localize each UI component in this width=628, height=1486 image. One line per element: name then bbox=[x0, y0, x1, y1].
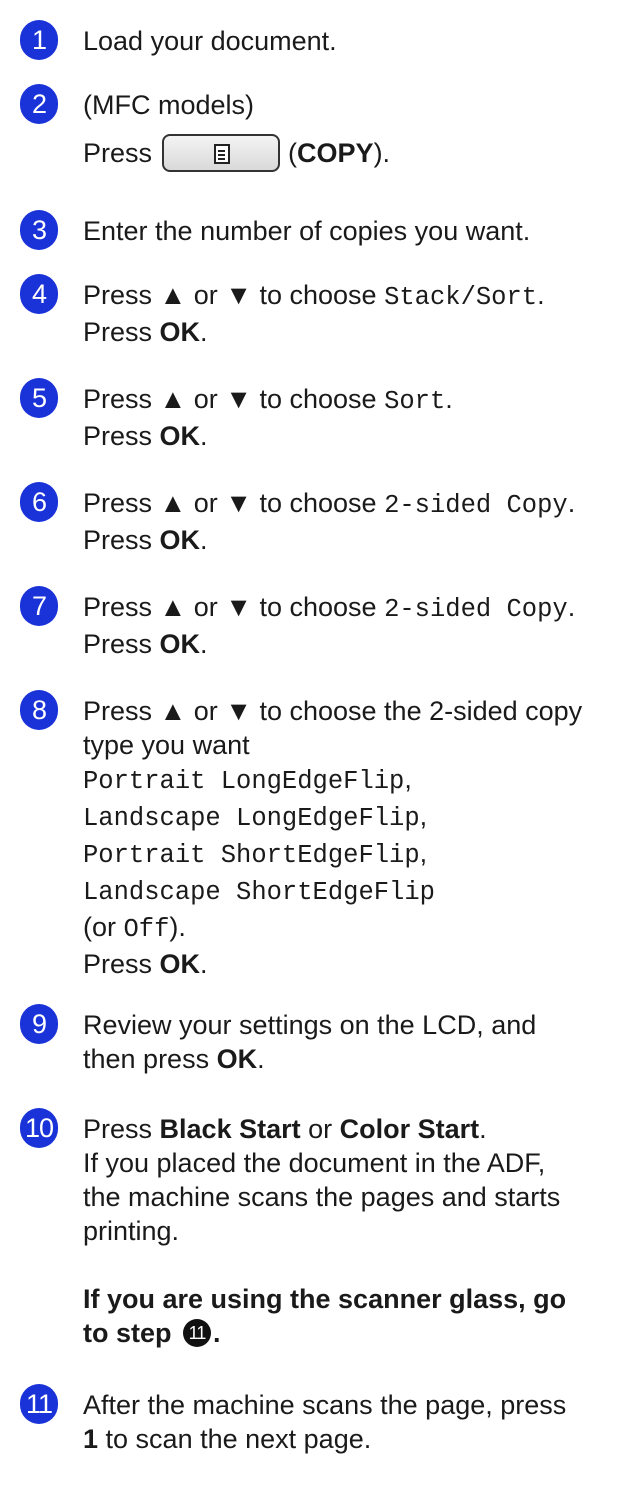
step-text: (or bbox=[83, 912, 124, 942]
step-text: (MFC models) bbox=[83, 90, 255, 120]
note-text: to step bbox=[83, 1318, 180, 1348]
punct: . bbox=[200, 317, 208, 347]
punct: . bbox=[257, 1044, 265, 1074]
step-number-badge: 1 bbox=[20, 20, 58, 60]
step-text: Load your document. bbox=[83, 26, 337, 56]
menu-option: Landscape ShortEdgeFlip bbox=[83, 878, 435, 907]
key-1: 1 bbox=[83, 1424, 99, 1454]
step-text: Enter the number of copies you want. bbox=[83, 216, 531, 246]
punct: , bbox=[419, 801, 428, 831]
menu-option: Landscape LongEdgeFlip bbox=[83, 804, 420, 833]
step-text: to scan the next page. bbox=[98, 1424, 372, 1454]
step-number-badge: 10 bbox=[20, 1108, 58, 1148]
punct: . bbox=[200, 525, 208, 555]
step-text: the machine scans the pages and starts bbox=[83, 1182, 561, 1212]
punct: , bbox=[419, 838, 428, 868]
step-text: then press bbox=[83, 1044, 217, 1074]
menu-option: 2-sided Copy bbox=[384, 491, 568, 520]
ok-key: OK bbox=[159, 317, 201, 347]
punct: . bbox=[567, 592, 576, 622]
black-start-key: Black Start bbox=[159, 1114, 301, 1144]
punct: ). bbox=[169, 912, 186, 942]
step-text: Press ▲ or ▼ to choose the 2-sided copy bbox=[83, 696, 583, 726]
step-number-badge: 3 bbox=[20, 210, 58, 250]
step-number-badge: 7 bbox=[20, 586, 58, 626]
punct: , bbox=[404, 764, 412, 794]
menu-option: Off bbox=[123, 915, 170, 944]
step-text: Press ▲ or ▼ to choose bbox=[83, 280, 385, 310]
step-number-badge: 2 bbox=[20, 84, 58, 124]
menu-option: 2-sided Copy bbox=[384, 595, 568, 624]
menu-option: Portrait ShortEdgeFlip bbox=[83, 841, 420, 870]
step-number-badge: 11 bbox=[20, 1384, 58, 1424]
punct: . bbox=[479, 1114, 487, 1144]
step-number-badge: 4 bbox=[20, 274, 58, 314]
press-label: Press bbox=[83, 949, 160, 979]
color-start-key: Color Start bbox=[339, 1114, 480, 1144]
step-ref-badge: 11 bbox=[183, 1318, 212, 1347]
step-text: printing. bbox=[83, 1216, 180, 1246]
press-label: Press bbox=[83, 317, 160, 347]
punct: . bbox=[537, 280, 545, 310]
step-text: Press ▲ or ▼ to choose bbox=[83, 592, 385, 622]
copy-button[interactable] bbox=[162, 133, 281, 172]
punct: . bbox=[445, 384, 453, 414]
ok-key: OK bbox=[159, 421, 201, 451]
menu-option: Portrait LongEdgeFlip bbox=[83, 767, 405, 796]
step-text: If you placed the document in the ADF, bbox=[83, 1148, 546, 1178]
ok-key: OK bbox=[159, 949, 201, 979]
ok-key: OK bbox=[159, 525, 201, 555]
punct: . bbox=[200, 421, 208, 451]
press-label: Press bbox=[83, 421, 160, 451]
paren-open: ( bbox=[288, 138, 298, 168]
step-text: type you want bbox=[83, 730, 250, 760]
instruction-page: 1 Load your document. 2 (MFC models) Pre… bbox=[0, 0, 628, 1486]
press-label: Press bbox=[83, 525, 160, 555]
paren-close: ). bbox=[373, 138, 391, 168]
step-number-badge: 6 bbox=[20, 482, 58, 522]
step-text: or bbox=[300, 1114, 340, 1144]
step-number-badge: 5 bbox=[20, 378, 58, 418]
step-number-badge: 9 bbox=[20, 1004, 58, 1044]
copy-label: COPY bbox=[297, 138, 374, 168]
menu-option: Stack/Sort bbox=[384, 283, 538, 312]
punct: . bbox=[200, 949, 208, 979]
press-label: Press bbox=[83, 138, 153, 168]
press-label: Press bbox=[83, 629, 160, 659]
menu-option: Sort bbox=[384, 387, 446, 416]
step-text: Review your settings on the LCD, and bbox=[83, 1010, 537, 1040]
punct: . bbox=[213, 1318, 221, 1348]
step-number-badge: 8 bbox=[20, 690, 58, 730]
step-text: Press ▲ or ▼ to choose bbox=[83, 488, 385, 518]
punct: . bbox=[200, 629, 208, 659]
step-text: After the machine scans the page, press bbox=[83, 1390, 567, 1420]
note-text: If you are using the scanner glass, go bbox=[83, 1284, 567, 1314]
punct: . bbox=[567, 488, 576, 518]
ok-key: OK bbox=[216, 1044, 258, 1074]
copy-document-icon bbox=[214, 143, 231, 164]
press-label: Press bbox=[83, 1114, 160, 1144]
ok-key: OK bbox=[159, 629, 201, 659]
step-text: Press ▲ or ▼ to choose bbox=[83, 384, 385, 414]
